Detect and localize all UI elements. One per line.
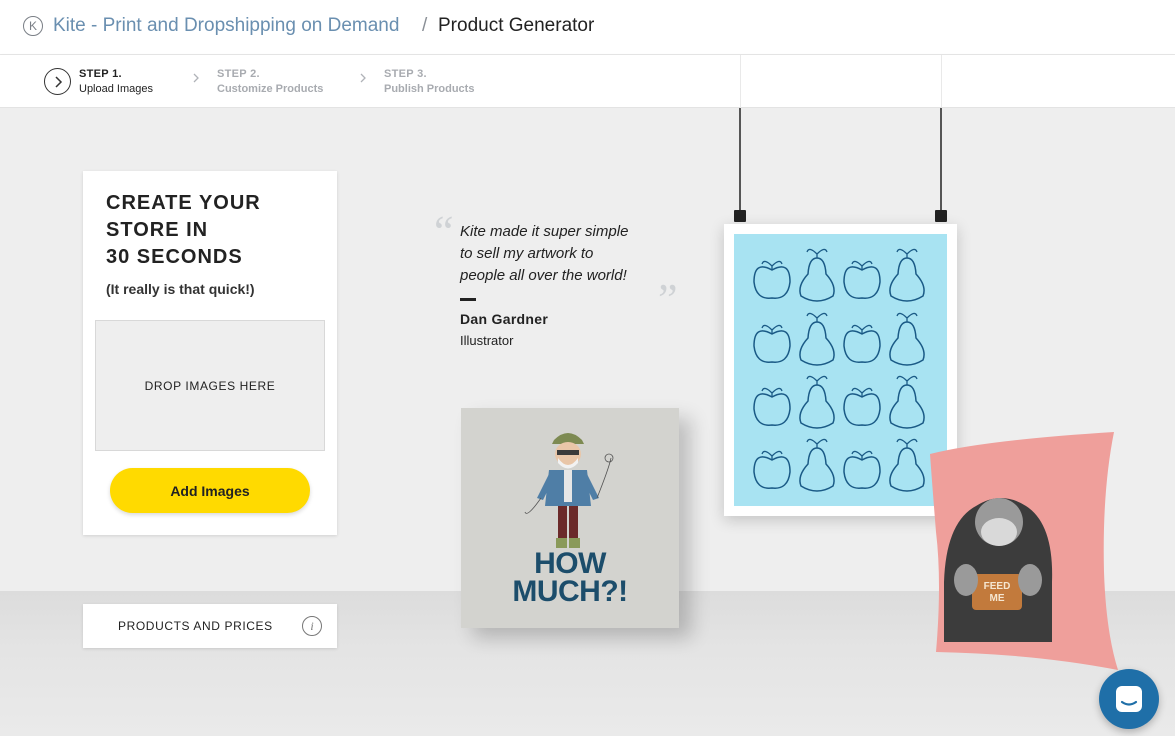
testimonial-author: Dan Gardner: [460, 311, 549, 327]
add-images-button[interactable]: Add Images: [110, 468, 310, 513]
step-2-number: STEP 2.: [217, 68, 260, 80]
upload-panel: CREATE YOUR STORE IN 30 SECONDS (It real…: [83, 171, 337, 535]
chevron-right-circle-icon: [44, 68, 71, 95]
pear-icon: [799, 438, 835, 492]
apple-icon: [843, 260, 881, 299]
open-quote-icon: “: [434, 207, 454, 256]
chat-launcher-button[interactable]: [1099, 669, 1159, 729]
testimonial-text: Kite made it super simple to sell my art…: [460, 223, 629, 284]
step-1[interactable]: STEP 1. Upload Images: [79, 67, 153, 97]
step-2[interactable]: STEP 2. Customize Products: [217, 67, 323, 97]
breadcrumb-separator: /: [422, 15, 428, 36]
chevron-right-icon: [192, 72, 204, 86]
testimonial-author-role: Illustrator: [460, 333, 514, 348]
pear-icon: [799, 248, 835, 302]
pillow-text-line1: FEED: [984, 581, 1011, 592]
pear-icon: [799, 375, 835, 429]
apple-icon: [753, 450, 791, 489]
pillow-text-line2: ME: [990, 593, 1005, 604]
kite-logo-icon[interactable]: K: [23, 16, 43, 36]
pear-icon: [799, 312, 835, 366]
apple-icon: [843, 450, 881, 489]
guide-line: [941, 55, 942, 108]
panel-title: CREATE YOUR STORE IN 30 SECONDS: [106, 192, 261, 268]
products-and-prices-label: PRODUCTS AND PRICES: [118, 619, 273, 633]
page-title: Product Generator: [438, 15, 595, 36]
binder-clip-icon: [935, 210, 947, 222]
canvas-slogan: HOW MUCH?!: [461, 547, 679, 608]
guide-line: [740, 55, 741, 108]
step-3-number: STEP 3.: [384, 68, 427, 80]
poster-product: [724, 224, 957, 516]
top-header: K Kite - Print and Dropshipping on Deman…: [0, 0, 1175, 55]
apple-icon: [843, 387, 881, 426]
binder-clip-icon: [734, 210, 746, 222]
apple-icon: [753, 260, 791, 299]
step-2-label: Customize Products: [217, 83, 324, 95]
dropzone-label: DROP IMAGES HERE: [144, 378, 276, 393]
step-1-number: STEP 1.: [79, 68, 122, 80]
panel-subtitle: (It really is that quick!): [106, 281, 255, 297]
canvas-slogan-line1: HOW: [534, 547, 606, 580]
chat-icon: [1116, 686, 1142, 712]
chevron-right-icon: [359, 72, 371, 86]
pear-icon: [889, 375, 925, 429]
canvas-slogan-line2: MUCH?!: [512, 575, 628, 608]
breadcrumb-app-link[interactable]: Kite - Print and Dropshipping on Demand: [53, 15, 399, 37]
hanging-wire: [739, 108, 741, 212]
info-icon[interactable]: i: [302, 616, 322, 636]
apple-icon: [843, 324, 881, 363]
pear-icon: [889, 248, 925, 302]
step-3-label: Publish Products: [384, 83, 475, 95]
fruit-pattern-svg: [753, 248, 925, 492]
pear-icon: [889, 312, 925, 366]
quote-divider: [460, 298, 476, 301]
products-and-prices-bar[interactable]: PRODUCTS AND PRICES i: [83, 604, 337, 648]
image-dropzone[interactable]: DROP IMAGES HERE: [95, 320, 325, 451]
add-images-label: Add Images: [170, 482, 250, 499]
steps-bar: STEP 1. Upload Images STEP 2. Customize …: [0, 55, 1175, 108]
apple-icon: [753, 387, 791, 426]
step-3[interactable]: STEP 3. Publish Products: [384, 67, 474, 97]
fruit-pattern-artwork: [734, 234, 947, 506]
pear-icon: [889, 438, 925, 492]
close-quote-icon: ”: [658, 275, 678, 324]
step-1-label: Upload Images: [79, 83, 153, 95]
apple-icon: [753, 324, 791, 363]
canvas-print-product: HOW MUCH?!: [461, 408, 679, 628]
pillow-product: FEED ME: [930, 432, 1118, 670]
hanging-wire: [940, 108, 942, 212]
